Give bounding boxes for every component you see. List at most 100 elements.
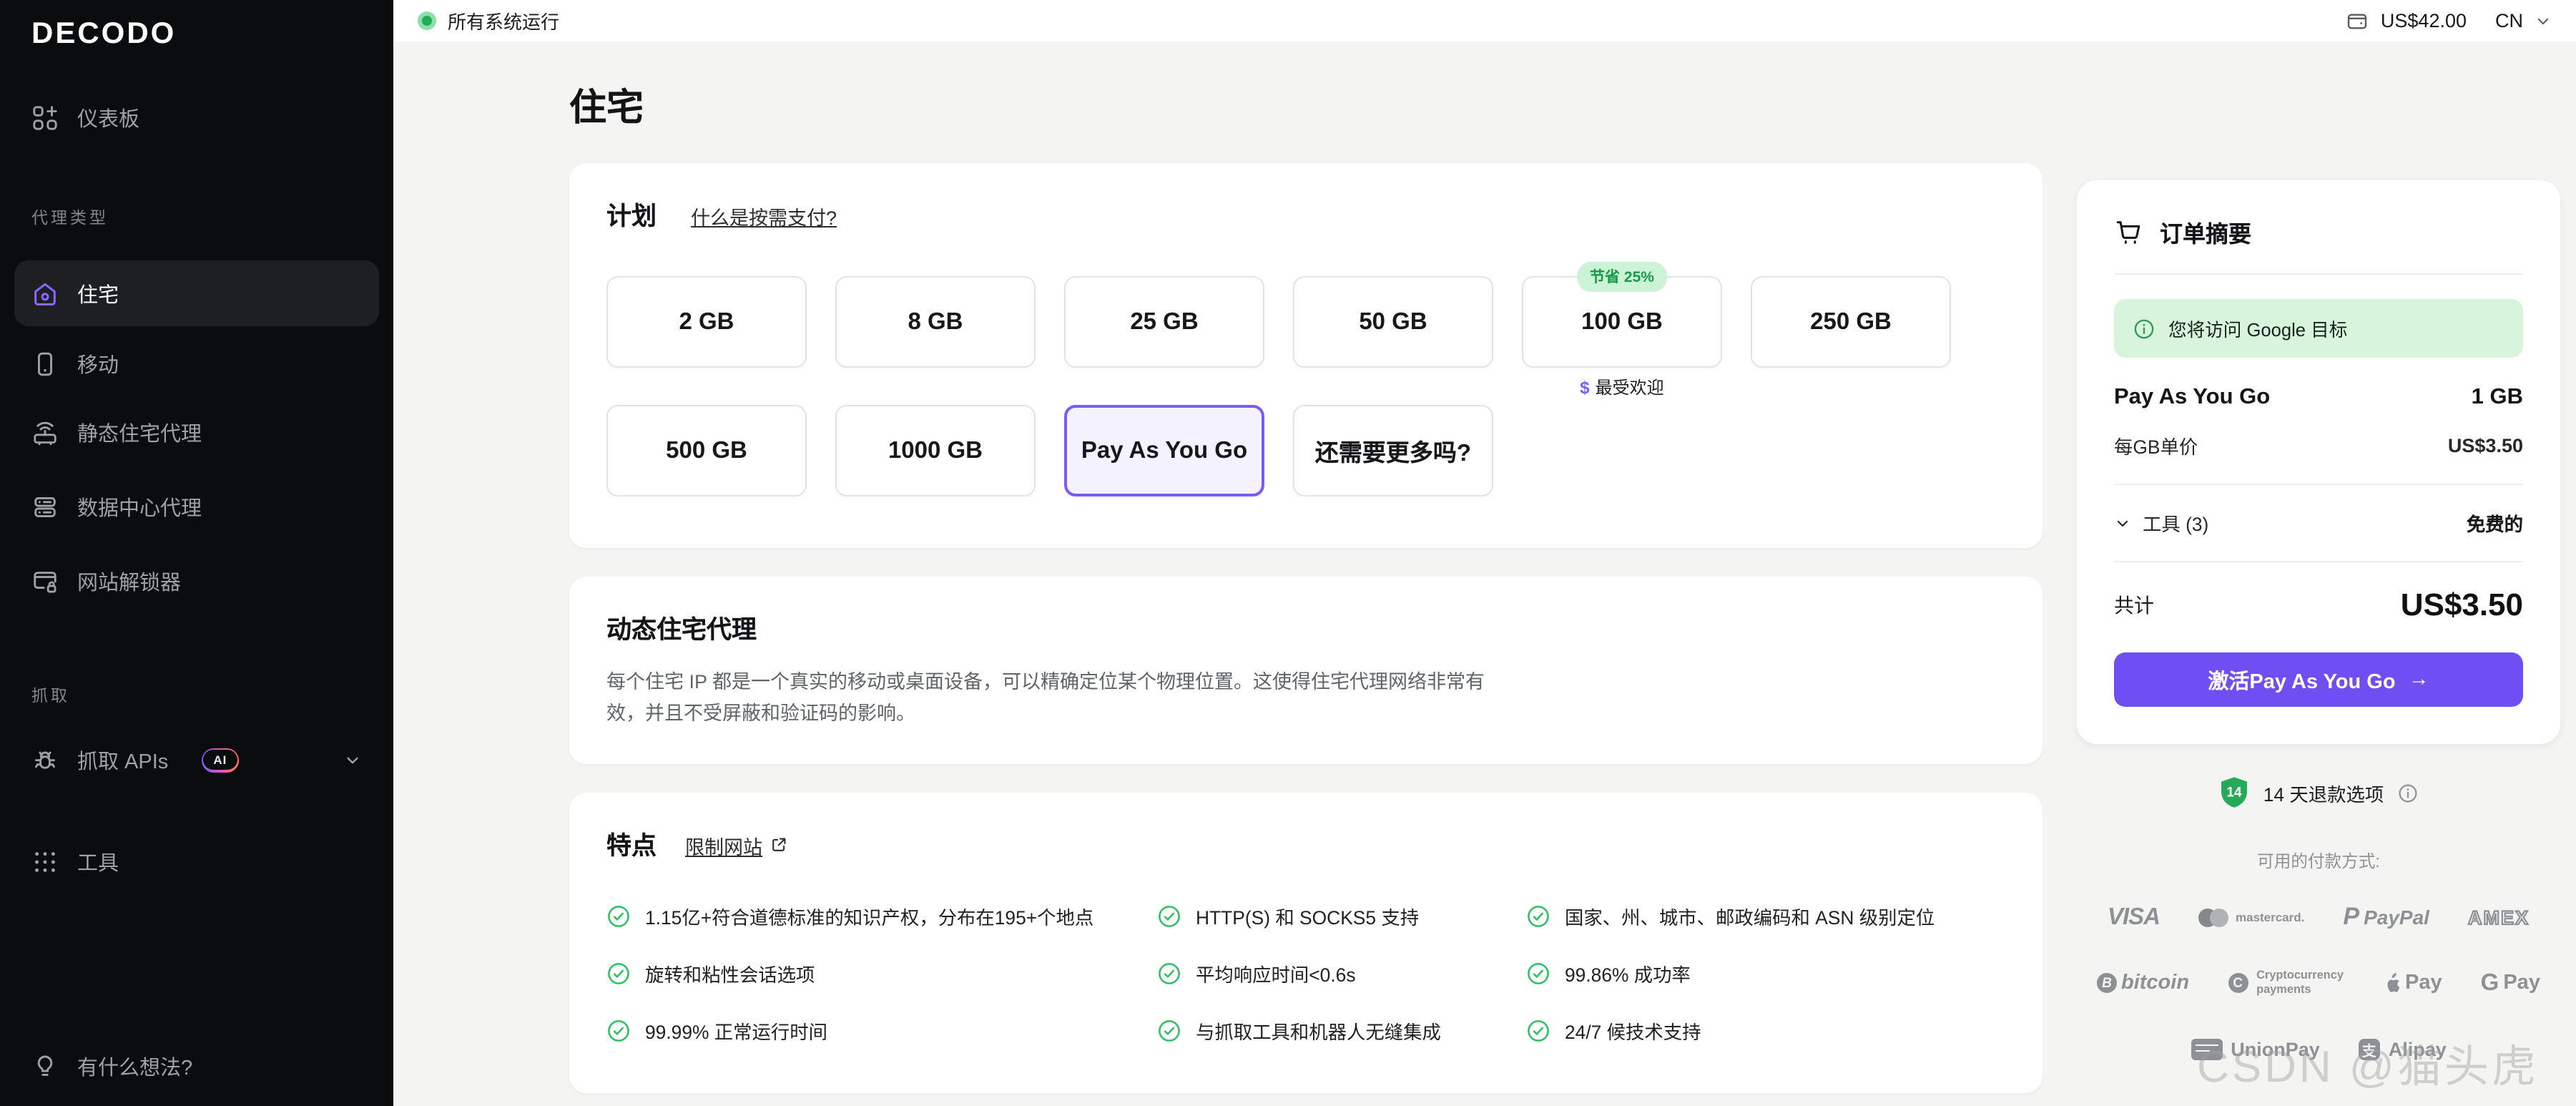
sidebar-item-dashboard[interactable]: 仪表板 <box>14 86 379 149</box>
unit-price-value: US$3.50 <box>2448 435 2523 456</box>
sidebar-item-static-residential[interactable]: 静态住宅代理 <box>14 401 379 464</box>
plan-option-25gb[interactable]: 25 GB <box>1064 276 1264 368</box>
order-summary-title: 订单摘要 <box>2160 215 2251 249</box>
sidebar-item-scraping-apis[interactable]: 抓取 APIs AI <box>14 727 379 793</box>
plan-option-need-more[interactable]: 还需要更多吗? <box>1293 405 1493 496</box>
bitcoin-logo: B bitcoin <box>2097 972 2189 994</box>
sidebar-item-datacenter[interactable]: 数据中心代理 <box>14 475 379 538</box>
paypal-logo: P PayPal <box>2343 903 2429 931</box>
dynamic-residential-card: 动态住宅代理 每个住宅 IP 都是一个真实的移动或桌面设备，可以精确定位某个物理… <box>569 577 2042 763</box>
most-popular-label: $ 最受欢迎 <box>1580 375 1663 399</box>
feature-item: 1.15亿+符合道德标准的知识产权，分布在195+个地点 <box>606 902 1157 929</box>
shield-14-icon: 14 <box>2219 775 2251 810</box>
sidebar-item-label: 住宅 <box>77 278 119 308</box>
dashboard-icon <box>31 104 59 131</box>
amex-logo: AMEX <box>2468 906 2530 928</box>
server-icon <box>31 493 59 520</box>
router-icon <box>31 419 59 446</box>
sidebar-item-residential[interactable]: 住宅 <box>14 260 379 326</box>
arrow-right-icon: → <box>2409 668 2429 691</box>
decodo-logo: DECODO <box>0 0 393 52</box>
language-selector[interactable]: CN <box>2495 10 2523 31</box>
cryptocurrency-logo: C Cryptocurrencypayments <box>2228 969 2344 998</box>
sidebar-item-mobile[interactable]: 移动 <box>14 332 379 395</box>
cart-icon <box>2114 217 2143 246</box>
feature-item: 与抓取工具和机器人无缝集成 <box>1157 1017 1526 1044</box>
unionpay-card-icon <box>2191 1038 2222 1059</box>
dynamic-residential-description: 每个住宅 IP 都是一个真实的移动或桌面设备，可以精确定位某个物理位置。这使得住… <box>606 667 1522 729</box>
chevron-down-icon[interactable] <box>2535 12 2552 29</box>
plans-card: 计划 什么是按需支付? 2 GB 8 GB 25 GB 50 GB 节省 25%… <box>569 163 2042 548</box>
plan-option-250gb[interactable]: 250 GB <box>1751 276 1951 368</box>
sidebar-section-proxy-types: 代理类型 <box>0 206 393 229</box>
feature-item: 99.86% 成功率 <box>1526 959 2005 987</box>
chevron-down-icon <box>2114 514 2131 532</box>
total-label: 共计 <box>2114 591 2154 620</box>
feature-item: 旋转和粘性会话选项 <box>606 959 1157 987</box>
lightbulb-icon <box>31 1052 59 1080</box>
sidebar-item-site-unblocker[interactable]: 网站解锁器 <box>14 549 379 612</box>
wallet-icon[interactable] <box>2346 9 2369 32</box>
mastercard-logo: mastercard. <box>2198 908 2304 926</box>
sidebar-item-label: 有什么想法? <box>77 1051 192 1081</box>
refund-badge: 14 14 天退款选项 <box>2077 775 2560 810</box>
sidebar: DECODO 仪表板 代理类型 住宅 <box>0 0 393 1106</box>
apple-icon <box>2382 972 2401 994</box>
banner-text: 您将访问 Google 目标 <box>2168 315 2347 342</box>
plan-option-50gb[interactable]: 50 GB <box>1293 276 1493 368</box>
info-icon[interactable] <box>2396 782 2418 803</box>
activate-payg-button[interactable]: 激活Pay As You Go → <box>2114 652 2523 707</box>
plan-option-pay-as-you-go[interactable]: Pay As You Go <box>1064 405 1264 496</box>
smartphone-icon <box>31 350 59 377</box>
bug-icon <box>31 746 59 773</box>
save-25-badge: 节省 25% <box>1577 262 1667 292</box>
dynamic-residential-heading: 动态住宅代理 <box>606 611 2005 647</box>
tools-price: 免费的 <box>2467 509 2523 537</box>
alipay-logo: 支 Alipay <box>2359 1038 2447 1059</box>
sidebar-item-label: 抓取 APIs <box>77 745 168 775</box>
apple-pay-logo: Pay <box>2382 972 2442 994</box>
sidebar-item-feedback[interactable]: 有什么想法? <box>14 1034 379 1097</box>
system-status: 所有系统运行 <box>418 7 559 34</box>
order-summary-panel: 订单摘要 您将访问 Google 目标 Pay As You Go 1 GB 每… <box>2077 180 2560 1106</box>
total-value: US$3.50 <box>2401 587 2523 624</box>
plan-option-100gb[interactable]: 节省 25% 100 GB $ 最受欢迎 <box>1522 276 1722 368</box>
feature-item: 24/7 候技术支持 <box>1526 1017 2005 1044</box>
sidebar-item-label: 工具 <box>77 846 119 876</box>
sidebar-item-label: 网站解锁器 <box>77 566 181 596</box>
feature-item: HTTP(S) 和 SOCKS5 支持 <box>1157 902 1526 929</box>
sidebar-section-scraping: 抓取 <box>0 684 393 707</box>
plan-option-8gb[interactable]: 8 GB <box>835 276 1036 368</box>
plan-option-2gb[interactable]: 2 GB <box>606 276 807 368</box>
order-summary-card: 订单摘要 您将访问 Google 目标 Pay As You Go 1 GB 每… <box>2077 180 2560 744</box>
selected-plan-name: Pay As You Go <box>2114 385 2270 411</box>
decodo-dashboard: DECODO 仪表板 代理类型 住宅 <box>0 0 2576 1106</box>
unit-price-label: 每GB单价 <box>2114 432 2198 459</box>
sidebar-item-tools[interactable]: 工具 <box>14 830 379 893</box>
sidebar-item-label: 移动 <box>77 348 119 378</box>
tools-accordion[interactable]: 工具 (3) 免费的 <box>2114 509 2523 537</box>
restricted-sites-link[interactable]: 限制网站 <box>685 831 762 859</box>
sidebar-item-label: 数据中心代理 <box>77 491 202 522</box>
balance[interactable]: US$42.00 <box>2381 10 2467 31</box>
sidebar-item-label: 静态住宅代理 <box>77 417 202 447</box>
feature-item: 国家、州、城市、邮政编码和 ASN 级别定位 <box>1526 902 2005 929</box>
payg-help-link[interactable]: 什么是按需支付? <box>691 202 837 230</box>
features-card: 特点 限制网站 1.15亿+符合道德标准的知识产权，分布在195+个地点 <box>569 792 2042 1092</box>
browser-unlock-icon <box>31 567 59 594</box>
chevron-down-icon[interactable] <box>343 750 362 769</box>
target-info-banner: 您将访问 Google 目标 <box>2114 299 2523 358</box>
plan-option-1000gb[interactable]: 1000 GB <box>835 405 1036 496</box>
external-link-icon <box>770 836 788 854</box>
feature-item: 平均响应时间<0.6s <box>1157 959 1526 987</box>
ai-badge: AI <box>201 748 239 772</box>
plan-option-500gb[interactable]: 500 GB <box>606 405 807 496</box>
selected-plan-quantity: 1 GB <box>2472 385 2523 411</box>
refund-label: 14 天退款选项 <box>2263 779 2384 806</box>
features-heading: 特点 <box>606 826 657 862</box>
status-text: 所有系统运行 <box>448 7 559 34</box>
unionpay-logo: UnionPay <box>2191 1038 2320 1059</box>
info-icon <box>2133 317 2155 340</box>
status-dot-icon <box>418 11 436 30</box>
grid-dots-icon <box>31 848 59 875</box>
